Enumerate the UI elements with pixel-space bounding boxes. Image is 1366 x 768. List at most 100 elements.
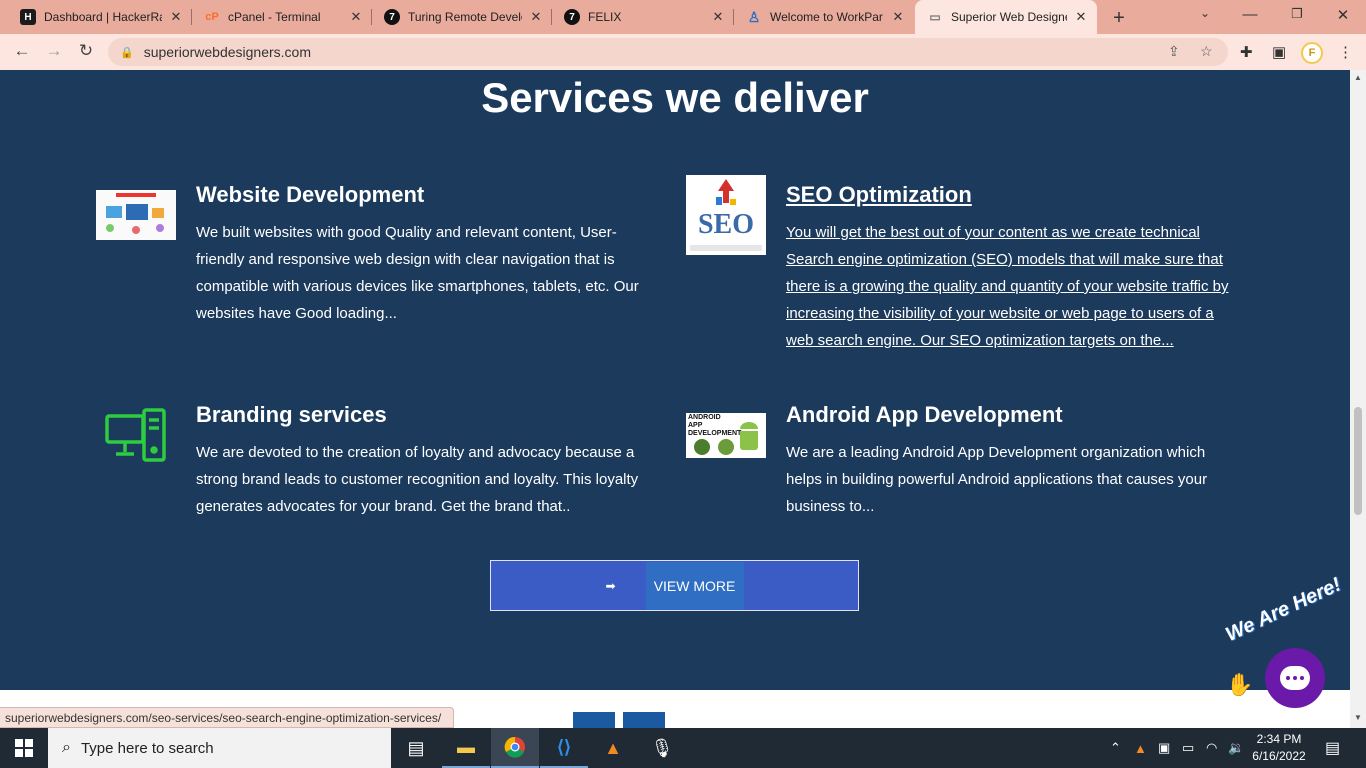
tab-title: Dashboard | HackerRa xyxy=(44,10,162,24)
url-text: superiorwebdesigners.com xyxy=(143,44,312,60)
clock-time: 2:34 PM xyxy=(1256,732,1302,746)
tab-title: cPanel - Terminal xyxy=(228,10,321,24)
tab-search-icon[interactable]: ⌄ xyxy=(1195,6,1215,20)
taskbar-clock[interactable]: 2:34 PM 6/16/2022 xyxy=(1247,731,1311,765)
back-icon[interactable]: ← xyxy=(11,41,33,61)
close-icon[interactable]: ✕ xyxy=(710,9,726,25)
address-bar[interactable]: 🔒 superiorwebdesigners.com ⇪ ☆ xyxy=(108,38,1228,66)
notification-icon[interactable]: ▤ xyxy=(1325,738,1340,758)
tab-superior[interactable]: ▭ Superior Web Designe ✕ xyxy=(915,0,1097,34)
taskbar-search-box[interactable]: ⌕ Type here to search xyxy=(48,728,391,768)
tab-title: Turing Remote Develo xyxy=(408,10,522,24)
web-development-services-image xyxy=(96,190,176,240)
tab-hackerrank[interactable]: H Dashboard | HackerRa ✕ xyxy=(8,0,192,34)
section-block xyxy=(573,712,615,728)
turing-icon: 7 xyxy=(564,9,580,25)
desc-line: We are devoted to the creation of loyalt… xyxy=(196,444,635,461)
lock-icon: 🔒 xyxy=(120,46,134,59)
superior-icon: ▭ xyxy=(929,10,941,24)
tab-title: FELIX xyxy=(588,10,622,24)
desc-line: generates advocates for your brand. Get … xyxy=(196,498,571,515)
tab-felix[interactable]: 7 FELIX ✕ xyxy=(552,0,734,34)
close-icon[interactable]: ✕ xyxy=(890,9,906,25)
clock-date: 6/16/2022 xyxy=(1252,749,1306,763)
page-content: Services we deliver Website Development … xyxy=(0,70,1350,690)
dot xyxy=(1293,676,1297,680)
computer-icon xyxy=(104,408,168,464)
services-heading: Services we deliver xyxy=(481,74,869,121)
battery-icon[interactable]: ▭ xyxy=(1182,728,1194,768)
show-hidden-icons[interactable]: ⌃ xyxy=(1110,728,1121,768)
vscode-icon[interactable]: ⟨⟩ xyxy=(540,728,588,768)
new-tab-icon[interactable]: + xyxy=(1108,7,1130,30)
desc-line: strong brand leads to customer recogniti… xyxy=(196,471,639,488)
profile-avatar[interactable]: F xyxy=(1301,42,1323,64)
service-title-website-development: Website Development xyxy=(196,182,425,207)
reload-icon[interactable]: ↻ xyxy=(75,41,97,61)
task-view-icon[interactable]: ▤ xyxy=(392,728,440,768)
windows-taskbar: ⌕ Type here to search ▤ ▬ ⟨⟩ ▲ 🎙 ⌃ ▲ ▣ ▭… xyxy=(0,728,1366,768)
close-icon[interactable]: ✕ xyxy=(528,9,544,25)
status-bar-url: superiorwebdesigners.com/seo-services/se… xyxy=(0,707,455,728)
section-block xyxy=(623,712,665,728)
hackerrank-icon: H xyxy=(20,9,36,25)
scroll-down-icon[interactable]: ▼ xyxy=(1354,713,1362,722)
share-icon[interactable]: ⇪ xyxy=(1168,43,1180,60)
tab-turing[interactable]: 7 Turing Remote Develo ✕ xyxy=(372,0,552,34)
desc-line: We are a leading Android App Development… xyxy=(786,444,1206,461)
chat-button[interactable] xyxy=(1265,648,1325,708)
browser-toolbar: ← → ↻ 🔒 superiorwebdesigners.com ⇪ ☆ xyxy=(0,34,1366,70)
turing-icon: 7 xyxy=(384,9,400,25)
chat-bubble-icon xyxy=(1280,666,1310,690)
waving-hand-icon: ✋ xyxy=(1226,672,1254,697)
desc-line: web search engine. Our SEO optimization … xyxy=(786,332,1174,349)
close-icon[interactable]: ✕ xyxy=(348,9,364,25)
view-more-button[interactable]: ➡ VIEW MORE xyxy=(490,560,859,611)
extensions-icon[interactable]: ✚ xyxy=(1240,43,1253,61)
service-desc-website-development: We built websites with good Quality and … xyxy=(196,219,666,327)
service-desc-branding-services: We are devoted to the creation of loyalt… xyxy=(196,439,666,520)
microphone-icon[interactable]: 🎙 xyxy=(638,728,686,768)
service-title-seo-optimization[interactable]: SEO Optimization xyxy=(786,182,972,208)
scroll-up-icon[interactable]: ▲ xyxy=(1354,73,1362,82)
desc-line: friendly and responsive web design with … xyxy=(196,251,615,268)
close-icon[interactable]: ✕ xyxy=(168,9,184,25)
vlc-tray-icon[interactable]: ▲ xyxy=(1134,728,1147,768)
close-window-icon[interactable]: ✕ xyxy=(1333,6,1353,24)
desc-line: You will get the best out of your conten… xyxy=(786,224,1200,241)
cpanel-icon: cP xyxy=(205,11,219,23)
bookmark-star-icon[interactable]: ☆ xyxy=(1200,43,1213,60)
tab-title: Superior Web Designe xyxy=(951,10,1067,24)
page-scrollbar[interactable]: ▲ ▼ xyxy=(1350,70,1366,728)
chrome-icon[interactable] xyxy=(491,728,539,768)
vlc-icon[interactable]: ▲ xyxy=(589,728,637,768)
service-desc-android-app-development: We are a leading Android App Development… xyxy=(786,439,1256,520)
search-placeholder: Type here to search xyxy=(80,739,214,757)
menu-icon[interactable]: ⋮ xyxy=(1338,43,1353,61)
meet-now-icon[interactable]: ▣ xyxy=(1158,728,1170,768)
search-icon: ⌕ xyxy=(62,739,71,756)
workpar-icon: ♙ xyxy=(747,8,761,25)
wifi-icon[interactable]: ◠ xyxy=(1206,728,1217,768)
seo-image[interactable]: SEO xyxy=(686,175,766,255)
service-desc-seo-optimization[interactable]: You will get the best out of your conten… xyxy=(786,219,1256,354)
file-explorer-icon[interactable]: ▬ xyxy=(442,728,490,768)
service-title-android-app-development: Android App Development xyxy=(786,402,1063,427)
desc-line: business to... xyxy=(786,498,875,515)
volume-icon[interactable]: 🔉 xyxy=(1228,728,1244,768)
seo-image-text: SEO xyxy=(697,209,755,240)
dot xyxy=(1300,676,1304,680)
forward-icon[interactable]: → xyxy=(43,41,65,61)
restore-icon[interactable]: ❐ xyxy=(1287,6,1307,22)
side-panel-icon[interactable]: ▣ xyxy=(1272,43,1286,61)
arrow-right-icon: ➡ xyxy=(605,578,616,593)
android-image-text: ANDROID APP DEVELOPMENT xyxy=(688,414,742,437)
dot xyxy=(1286,676,1290,680)
windows-start-icon[interactable] xyxy=(0,728,48,768)
desc-line: We built websites with good Quality and … xyxy=(196,224,617,241)
minimize-icon[interactable]: — xyxy=(1240,6,1260,23)
close-icon[interactable]: ✕ xyxy=(1073,9,1089,25)
tab-workpar[interactable]: ♙ Welcome to WorkPar ✕ xyxy=(734,0,914,34)
scrollbar-thumb[interactable] xyxy=(1354,407,1362,515)
tab-cpanel[interactable]: cP cPanel - Terminal ✕ xyxy=(192,0,372,34)
